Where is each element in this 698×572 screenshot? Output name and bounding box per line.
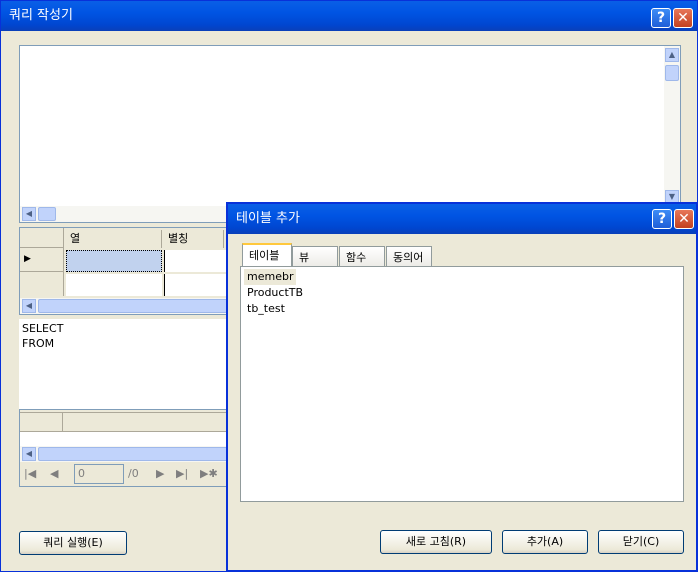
tab-views[interactable]: 뷰 [292, 246, 338, 267]
scroll-left-icon[interactable]: ◀ [22, 447, 36, 461]
sql-line-select: SELECT [22, 322, 64, 335]
close-button[interactable]: ✕ [673, 8, 693, 28]
record-position-value: 0 [78, 467, 85, 480]
diagram-vscrollbar[interactable]: ▲ ▼ [664, 46, 680, 206]
refresh-button[interactable]: 새로 고침(R) [380, 530, 492, 554]
new-record-icon[interactable]: ▶✱ [200, 467, 218, 480]
run-query-button[interactable]: 쿼리 실행(E) [19, 531, 127, 555]
hscroll-thumb[interactable] [38, 299, 228, 313]
next-record-icon[interactable]: ▶ [156, 467, 164, 480]
dialog-help-button[interactable]: ? [652, 209, 672, 229]
help-button[interactable]: ? [651, 8, 671, 28]
results-header [20, 412, 230, 432]
scroll-up-icon[interactable]: ▲ [665, 48, 679, 62]
diagram-hscrollbar[interactable]: ◀ [20, 206, 230, 222]
grid-cell[interactable] [164, 274, 230, 296]
title-bar[interactable]: 쿼리 작성기 [1, 1, 697, 31]
hscroll-thumb[interactable] [38, 447, 228, 461]
row-selector-icon: ▶ [20, 248, 64, 272]
grid-cell-selected[interactable] [66, 250, 162, 272]
results-header-divider [62, 412, 63, 432]
tab-functions[interactable]: 함수 [339, 246, 385, 267]
grid-cell[interactable] [66, 274, 162, 296]
dialog-title-bar[interactable]: 테이블 추가 [228, 204, 696, 234]
dialog-close-button[interactable]: ✕ [674, 209, 694, 229]
results-hscrollbar[interactable]: ◀ [20, 446, 230, 462]
list-item[interactable]: memebr [244, 269, 297, 285]
prev-record-icon[interactable]: ◀ [50, 467, 58, 480]
record-total: /0 [128, 467, 139, 480]
hscroll-thumb[interactable] [38, 207, 56, 221]
grid-hscrollbar[interactable]: ◀ [20, 298, 230, 314]
first-record-icon[interactable]: |◀ [24, 467, 36, 480]
scroll-thumb[interactable] [665, 65, 679, 81]
grid-header-corner [20, 228, 64, 248]
window-title: 쿼리 작성기 [9, 8, 73, 23]
dialog-close-btn[interactable]: 닫기(C) [598, 530, 684, 554]
sql-line-from: FROM [22, 337, 55, 350]
add-button[interactable]: 추가(A) [502, 530, 588, 554]
sql-pane[interactable]: SELECT FROM [19, 319, 231, 409]
record-position-input[interactable]: 0 [74, 464, 124, 484]
table-list[interactable]: memebr ProductTB tb_test [240, 266, 684, 502]
tab-tables[interactable]: 테이블 [242, 243, 292, 266]
column-header-column: 열 [66, 230, 162, 248]
scroll-left-icon[interactable]: ◀ [22, 207, 36, 221]
grid-cell[interactable] [164, 250, 230, 272]
record-navigator: |◀ ◀ 0 /0 ▶ ▶| ▶✱ [20, 462, 230, 486]
diagram-pane[interactable]: ▲ ▼ ◀ [19, 45, 681, 223]
scroll-left-icon[interactable]: ◀ [22, 299, 36, 313]
list-item[interactable]: ProductTB [247, 285, 677, 301]
results-body [20, 432, 230, 446]
list-item[interactable]: tb_test [247, 301, 677, 317]
row-selector [20, 272, 64, 296]
grid-pane[interactable]: 열 별칭 ▶ ◀ [19, 227, 231, 315]
dialog-title: 테이블 추가 [236, 211, 300, 226]
column-header-alias: 별칭 [164, 230, 224, 248]
tab-synonyms[interactable]: 동의어 [386, 246, 432, 267]
results-pane[interactable]: ◀ |◀ ◀ 0 /0 ▶ ▶| ▶✱ [19, 409, 231, 487]
last-record-icon[interactable]: ▶| [176, 467, 188, 480]
